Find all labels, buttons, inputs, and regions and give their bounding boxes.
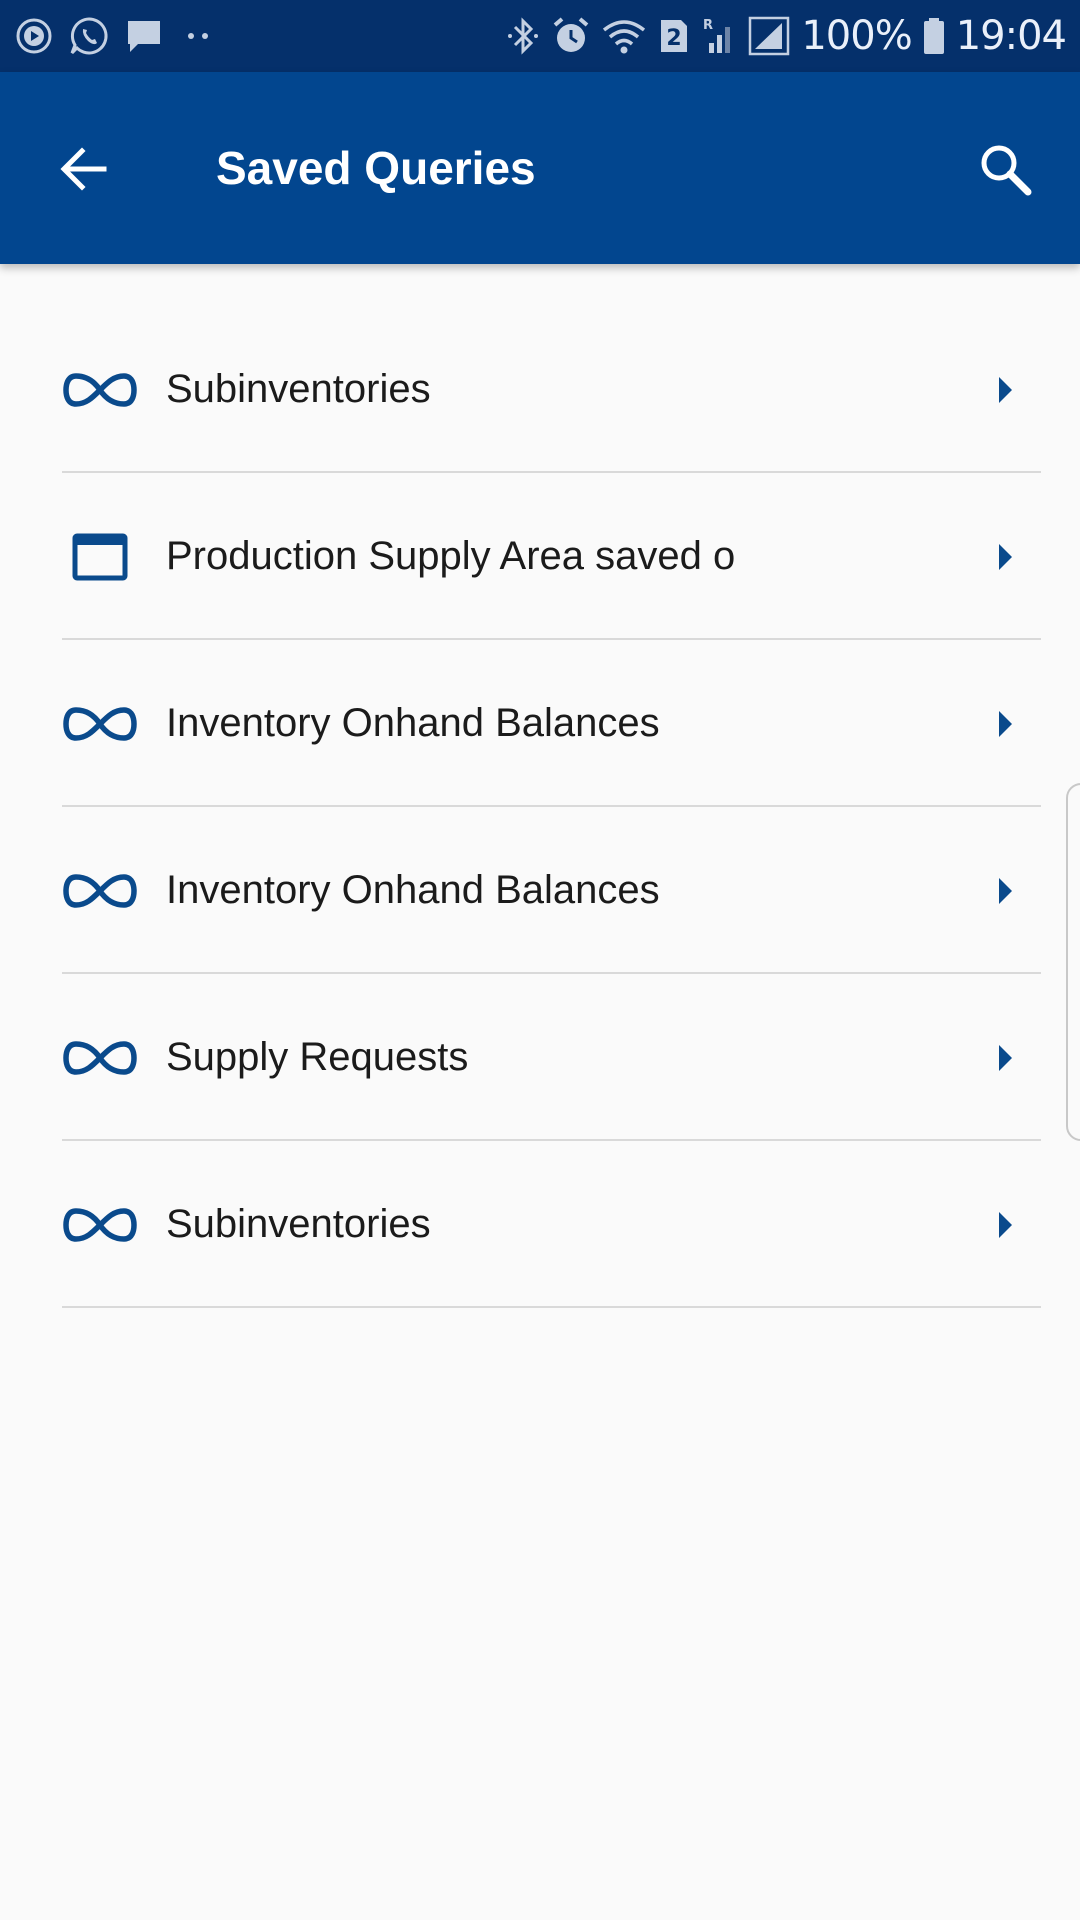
infinity-icon [62,640,138,807]
bluetooth-icon [505,15,541,57]
window-icon [62,473,138,640]
search-icon [981,145,1032,196]
battery-icon [922,15,946,57]
page-title: Saved Queries [216,142,536,194]
saved-query-label: Inventory Onhand Balances [166,868,660,912]
back-button[interactable] [44,124,124,214]
more-dots-icon [178,16,218,56]
search-button[interactable] [960,124,1050,214]
roaming-signal-icon: R [701,15,737,57]
saved-query-label: Subinventories [166,367,431,411]
status-bar-notifications [14,15,218,57]
edge-panel-handle[interactable] [1066,783,1080,1141]
chevron-right-icon [990,640,1020,807]
whatsapp-icon [68,15,110,57]
media-play-icon [14,16,54,56]
divider [62,1306,1041,1308]
saved-query-label: Production Supply Area saved o [166,534,736,578]
app-bar: Saved Queries [0,72,1080,264]
status-bar-system: 2 R 100% 19:04 [505,13,1067,59]
roaming-label: R [703,18,713,33]
back-arrow-icon [60,147,107,191]
signal-icon [747,15,791,57]
clock: 19:04 [955,13,1067,59]
saved-queries-list: Subinventories Production Supply Area sa… [0,306,1080,1308]
saved-query-item[interactable]: Supply Requests [0,974,1080,1141]
sim-2-icon: 2 [657,16,691,56]
saved-query-item[interactable]: Subinventories [0,306,1080,473]
infinity-icon [62,807,138,974]
chevron-right-icon [990,306,1020,473]
chevron-right-icon [990,473,1020,640]
infinity-icon [62,306,138,473]
chevron-right-icon [990,807,1020,974]
status-bar: 2 R 100% 19:04 [0,0,1080,72]
saved-query-item[interactable]: Production Supply Area saved o [0,473,1080,640]
chevron-right-icon [990,1141,1020,1308]
saved-query-label: Supply Requests [166,1035,469,1079]
battery-percentage: 100% [801,13,912,59]
wifi-icon [601,16,647,56]
sim-label: 2 [667,26,682,51]
infinity-icon [62,974,138,1141]
saved-query-item[interactable]: Inventory Onhand Balances [0,807,1080,974]
infinity-icon [62,1141,138,1308]
saved-query-label: Inventory Onhand Balances [166,701,660,745]
alarm-icon [551,15,591,57]
chevron-right-icon [990,974,1020,1141]
saved-query-label: Subinventories [166,1202,431,1246]
saved-query-item[interactable]: Subinventories [0,1141,1080,1308]
saved-query-item[interactable]: Inventory Onhand Balances [0,640,1080,807]
message-icon [124,16,164,56]
